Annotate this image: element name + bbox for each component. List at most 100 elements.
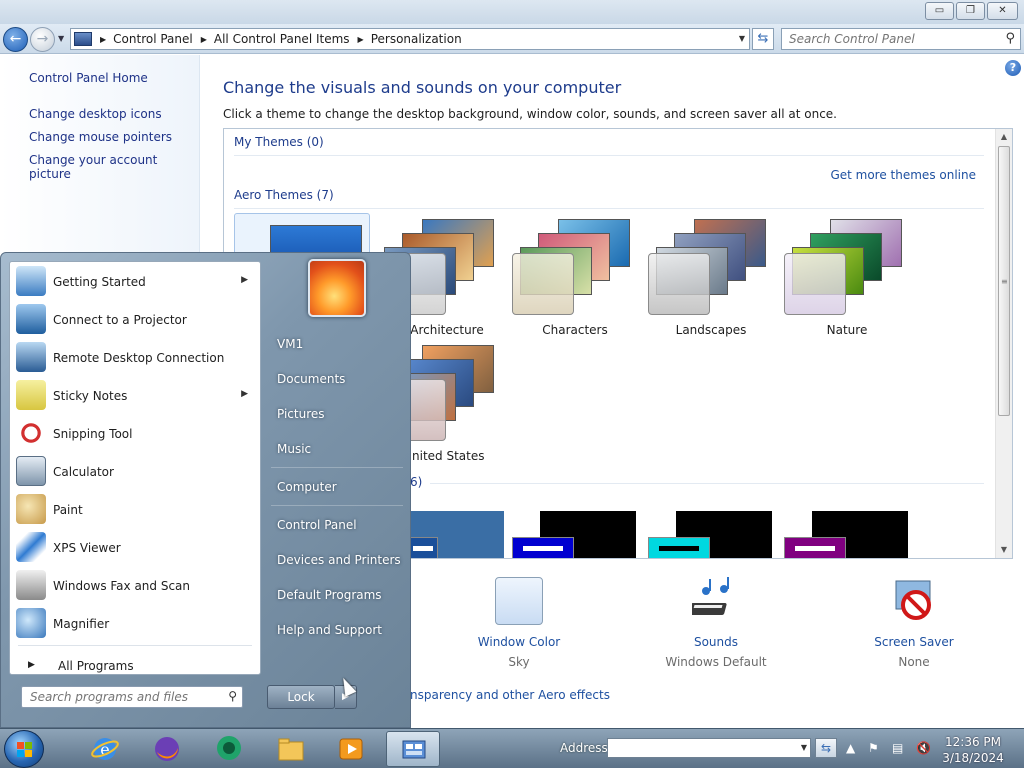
sounds-option[interactable]: Sounds Windows Default (641, 577, 791, 669)
program-label: Snipping Tool (53, 427, 133, 441)
program-connect-projector[interactable]: Connect to a Projector (14, 302, 258, 338)
address-go-button[interactable]: ⇆ (815, 738, 837, 758)
page-title: Change the visuals and sounds on your co… (223, 78, 622, 97)
start-right-help-support[interactable]: Help and Support (269, 616, 405, 644)
search-input[interactable] (782, 29, 992, 49)
start-right-default-programs[interactable]: Default Programs (269, 581, 405, 609)
avatar[interactable] (308, 259, 366, 317)
breadcrumb-personalization[interactable]: Personalization (371, 32, 462, 46)
start-right-pictures[interactable]: Pictures (269, 400, 405, 428)
program-getting-started[interactable]: Getting Started ▶ (14, 264, 258, 300)
window-color-value: Sky (508, 655, 530, 669)
taskbar-firefox[interactable] (140, 731, 194, 767)
maximize-button[interactable]: ❐ (956, 2, 985, 20)
divider (271, 467, 403, 468)
program-fax-scan[interactable]: Windows Fax and Scan (14, 568, 258, 604)
window-color-swatch (648, 537, 710, 558)
program-remote-desktop[interactable]: Remote Desktop Connection (14, 340, 258, 376)
control-panel-home-link[interactable]: Control Panel Home (29, 71, 148, 85)
page-subtitle: Click a theme to change the desktop back… (223, 107, 837, 121)
start-right-control-panel[interactable]: Control Panel (269, 511, 405, 539)
program-xps-viewer[interactable]: XPS Viewer (14, 530, 258, 566)
network-icon[interactable]: ▤ (892, 741, 903, 755)
search-box[interactable]: ⚲ (781, 28, 1021, 50)
chevron-right-icon[interactable]: ▶ (241, 389, 248, 399)
change-account-picture-link[interactable]: Change your account picture (29, 153, 199, 181)
start-right-documents[interactable]: Documents (269, 365, 405, 393)
start-right-vm1[interactable]: VM1 (269, 330, 405, 358)
theme-high-contrast-2[interactable] (648, 511, 772, 558)
start-search-box[interactable]: ⚲ (21, 686, 243, 708)
program-paint[interactable]: Paint (14, 492, 258, 528)
start-right-music[interactable]: Music (269, 435, 405, 463)
search-icon[interactable]: ⚲ (228, 689, 237, 703)
chevron-down-icon[interactable]: ▼ (801, 743, 807, 752)
theme-nature[interactable]: Nature (782, 217, 912, 337)
refresh-button[interactable]: ⇆ (752, 28, 774, 50)
scroll-thumb[interactable]: ≡ (998, 146, 1010, 416)
taskbar-chat-app[interactable] (202, 731, 256, 767)
theme-high-contrast-1[interactable] (512, 511, 636, 558)
get-more-themes-link[interactable]: Get more themes online (830, 168, 976, 182)
minimize-button[interactable]: ▭ (925, 2, 954, 20)
start-button[interactable] (4, 730, 44, 768)
breadcrumb-control-panel[interactable]: Control Panel (113, 32, 193, 46)
chevron-right-icon[interactable]: ▶ (100, 35, 106, 44)
window-color-option[interactable]: Window Color Sky (444, 577, 594, 669)
screen-saver-option[interactable]: Screen Saver None (839, 577, 989, 669)
taskbar-control-panel[interactable] (386, 731, 440, 767)
forward-button[interactable]: → (30, 27, 55, 52)
address-bar[interactable]: ▶ Control Panel ▶ All Control Panel Item… (70, 28, 750, 50)
lock-button[interactable]: Lock (267, 685, 335, 709)
start-right-computer[interactable]: Computer (269, 473, 405, 501)
help-icon[interactable]: ? (1005, 60, 1021, 76)
start-search-input[interactable] (22, 687, 212, 707)
chat-app-icon (217, 736, 241, 760)
scroll-down-icon[interactable]: ▼ (996, 542, 1012, 558)
theme-landscapes[interactable]: Landscapes (646, 217, 776, 337)
taskbar-file-explorer[interactable] (264, 731, 318, 767)
action-center-flag-icon[interactable]: ⚑ (868, 741, 879, 755)
chevron-down-icon[interactable]: ▼ (739, 34, 745, 43)
all-programs-button[interactable]: ▶ All Programs (18, 656, 254, 676)
chevron-right-icon[interactable]: ▶ (241, 275, 248, 285)
sounds-icon (688, 577, 740, 625)
screen-saver-icon (890, 577, 938, 625)
scroll-up-icon[interactable]: ▲ (996, 129, 1012, 145)
breadcrumb-all-items[interactable]: All Control Panel Items (214, 32, 350, 46)
sounds-title[interactable]: Sounds (641, 635, 791, 649)
chevron-right-icon[interactable]: ▶ (201, 35, 207, 44)
window-color-title[interactable]: Window Color (444, 635, 594, 649)
vertical-scrollbar[interactable]: ▲ ≡ ▼ (995, 129, 1012, 558)
show-hidden-icons[interactable]: ▲ (846, 741, 855, 755)
chevron-right-icon[interactable]: ▶ (358, 35, 364, 44)
recent-pages-dropdown[interactable]: ▼ (58, 34, 64, 43)
change-desktop-icons-link[interactable]: Change desktop icons (29, 107, 162, 121)
program-sticky-notes[interactable]: Sticky Notes ▶ (14, 378, 258, 414)
aero-themes-header[interactable]: Aero Themes (7) (234, 188, 334, 202)
change-mouse-pointers-link[interactable]: Change mouse pointers (29, 130, 172, 144)
program-calculator[interactable]: Calculator (14, 454, 258, 490)
theme-characters[interactable]: Characters (510, 217, 640, 337)
theme-high-contrast-black[interactable] (784, 511, 908, 558)
magnifier-icon (16, 608, 46, 638)
program-snipping-tool[interactable]: Snipping Tool (14, 416, 258, 452)
basic-themes-header[interactable]: 6) (410, 475, 422, 489)
taskbar-internet-explorer[interactable]: e (78, 731, 132, 767)
system-clock[interactable]: 12:36 PM 3/18/2024 (940, 734, 1006, 766)
search-icon[interactable]: ⚲ (1005, 31, 1015, 46)
transparency-aero-link[interactable]: nsparency and other Aero effects (410, 688, 610, 702)
close-button[interactable]: ✕ (987, 2, 1018, 20)
clock-date: 3/18/2024 (942, 751, 1004, 765)
program-label: Remote Desktop Connection (53, 351, 225, 365)
taskbar-media-player[interactable] (324, 731, 378, 767)
address-toolbar-input[interactable]: ▼ (607, 738, 811, 758)
screen-saver-title[interactable]: Screen Saver (839, 635, 989, 649)
program-magnifier[interactable]: Magnifier (14, 606, 258, 642)
my-themes-header[interactable]: My Themes (0) (234, 135, 324, 149)
back-button[interactable]: ← (3, 27, 28, 52)
start-right-devices-printers[interactable]: Devices and Printers (269, 546, 405, 574)
volume-muted-icon[interactable]: 🔇 (916, 741, 931, 755)
theme-basic[interactable] (408, 511, 504, 558)
caption-buttons: ▭ ❐ ✕ (925, 2, 1018, 20)
